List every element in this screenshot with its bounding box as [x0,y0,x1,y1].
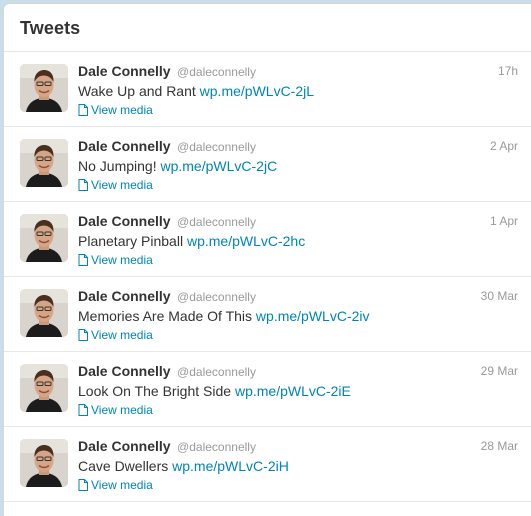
avatar[interactable] [20,364,68,412]
avatar[interactable] [20,64,68,112]
view-media-label[interactable]: View media [91,253,153,267]
tweet-text-content: Cave Dwellers [78,458,169,474]
timestamp[interactable]: 29 Mar [481,364,518,378]
document-icon [78,329,88,341]
view-media-label[interactable]: View media [91,328,153,342]
tweet-text-content: Memories Are Made Of This [78,308,253,324]
tweet-list: Dale Connelly @daleconnelly 17h Wake Up … [4,52,531,502]
tweet-link[interactable]: wp.me/pWLvC-2jC [160,158,277,174]
tweet-header: Dale Connelly @daleconnelly 30 Mar [78,288,518,306]
tweet-text: Planetary Pinball wp.me/pWLvC-2hc [78,233,518,249]
avatar[interactable] [20,214,68,262]
view-media-link[interactable]: View media [78,328,153,342]
avatar[interactable] [20,439,68,487]
tweet-link[interactable]: wp.me/pWLvC-2iE [235,383,351,399]
avatar[interactable] [20,139,68,187]
avatar-image [20,214,68,262]
username[interactable]: @daleconnelly [177,215,256,229]
fullname[interactable]: Dale Connelly [78,63,171,79]
tweet-item[interactable]: Dale Connelly @daleconnelly 29 Mar Look … [4,352,531,427]
username[interactable]: @daleconnelly [177,365,256,379]
panel-title: Tweets [20,18,81,38]
timestamp[interactable]: 2 Apr [490,139,518,153]
fullname[interactable]: Dale Connelly [78,363,171,379]
username[interactable]: @daleconnelly [177,65,256,79]
avatar-image [20,364,68,412]
avatar-image [20,64,68,112]
tweet-link[interactable]: wp.me/pWLvC-2iH [172,458,289,474]
tweet-link[interactable]: wp.me/pWLvC-2hc [187,233,305,249]
username[interactable]: @daleconnelly [177,290,256,304]
tweet-item[interactable]: Dale Connelly @daleconnelly 2 Apr No Jum… [4,127,531,202]
tweet-item[interactable]: Dale Connelly @daleconnelly 17h Wake Up … [4,52,531,127]
tweet-item[interactable]: Dale Connelly @daleconnelly 30 Mar Memor… [4,277,531,352]
avatar-image [20,439,68,487]
document-icon [78,104,88,116]
tweet-text-content: Look On The Bright Side [78,383,232,399]
tweet-link[interactable]: wp.me/pWLvC-2jL [200,83,314,99]
view-media-link[interactable]: View media [78,478,153,492]
tweet-header: Dale Connelly @daleconnelly 28 Mar [78,438,518,456]
tweet-text: No Jumping! wp.me/pWLvC-2jC [78,158,518,174]
tweet-text-content: Wake Up and Rant [78,83,196,99]
fullname[interactable]: Dale Connelly [78,288,171,304]
avatar[interactable] [20,289,68,337]
view-media-label[interactable]: View media [91,178,153,192]
view-media-label[interactable]: View media [91,403,153,417]
tweet-text-content: No Jumping! [78,158,157,174]
document-icon [78,479,88,491]
fullname[interactable]: Dale Connelly [78,138,171,154]
avatar-image [20,289,68,337]
tweet-text: Wake Up and Rant wp.me/pWLvC-2jL [78,83,518,99]
document-icon [78,179,88,191]
tweet-text: Memories Are Made Of This wp.me/pWLvC-2i… [78,308,518,324]
view-media-link[interactable]: View media [78,403,153,417]
tweet-header: Dale Connelly @daleconnelly 17h [78,63,518,81]
tweet-text-content: Planetary Pinball [78,233,184,249]
tweet-link[interactable]: wp.me/pWLvC-2iv [256,308,370,324]
view-media-link[interactable]: View media [78,178,153,192]
tweet-text: Cave Dwellers wp.me/pWLvC-2iH [78,458,518,474]
timestamp[interactable]: 28 Mar [481,439,518,453]
tweet-header: Dale Connelly @daleconnelly 29 Mar [78,363,518,381]
fullname[interactable]: Dale Connelly [78,213,171,229]
fullname[interactable]: Dale Connelly [78,438,171,454]
tweet-header: Dale Connelly @daleconnelly 1 Apr [78,213,518,231]
view-media-link[interactable]: View media [78,253,153,267]
timestamp[interactable]: 17h [498,64,518,78]
tweet-item[interactable]: Dale Connelly @daleconnelly 1 Apr Planet… [4,202,531,277]
view-media-link[interactable]: View media [78,103,153,117]
avatar-image [20,139,68,187]
timestamp[interactable]: 30 Mar [481,289,518,303]
document-icon [78,404,88,416]
tweet-header: Dale Connelly @daleconnelly 2 Apr [78,138,518,156]
username[interactable]: @daleconnelly [177,140,256,154]
view-media-label[interactable]: View media [91,478,153,492]
document-icon [78,254,88,266]
tweets-panel: Tweets Dale Connelly @daleconnelly 17h W… [3,3,531,516]
tweet-item[interactable]: Dale Connelly @daleconnelly 28 Mar Cave … [4,427,531,502]
view-media-label[interactable]: View media [91,103,153,117]
tweet-text: Look On The Bright Side wp.me/pWLvC-2iE [78,383,518,399]
username[interactable]: @daleconnelly [177,440,256,454]
panel-header: Tweets [4,4,531,52]
timestamp[interactable]: 1 Apr [490,214,518,228]
